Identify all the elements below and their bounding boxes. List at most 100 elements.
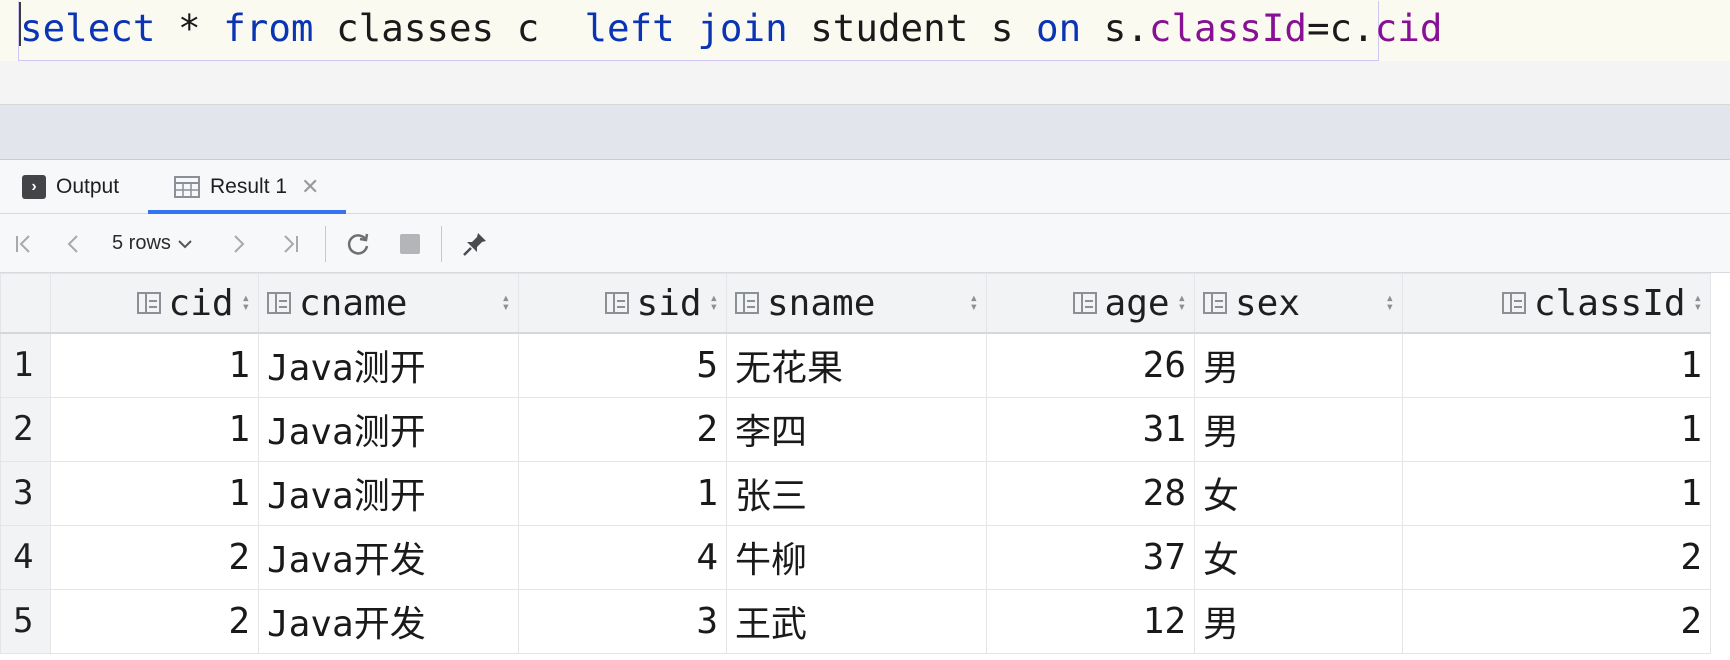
cell-age[interactable]: 31	[986, 396, 1195, 462]
sql-field: classId	[1148, 6, 1307, 50]
cell-sex[interactable]: 女	[1194, 524, 1403, 590]
cell-sex[interactable]: 男	[1194, 396, 1403, 462]
rows-per-page-dropdown[interactable]: 5 rows	[112, 214, 193, 273]
column-icon	[1501, 292, 1526, 314]
cell-cid[interactable]: 1	[50, 396, 259, 462]
cell-cname[interactable]: Java开发	[258, 588, 519, 654]
cell-sid[interactable]: 3	[518, 588, 727, 654]
cell-classId[interactable]: 2	[1402, 588, 1711, 654]
row-number-header	[0, 273, 51, 334]
cell-sid[interactable]: 5	[518, 332, 727, 398]
sort-icon[interactable]: ▴ ▾	[502, 291, 510, 314]
cell-cname[interactable]: Java测开	[258, 332, 519, 398]
sql-field: cid	[1374, 6, 1443, 50]
sql-keyword: join	[697, 6, 788, 50]
sort-icon[interactable]: ▴ ▾	[970, 291, 978, 314]
column-header-cname[interactable]: cname ▴ ▾	[258, 273, 519, 334]
sql-text: student s	[787, 6, 1037, 50]
cell-sname[interactable]: 无花果	[726, 332, 987, 398]
cell-age[interactable]: 26	[986, 332, 1195, 398]
cell-classId[interactable]: 1	[1402, 460, 1711, 526]
cell-sid[interactable]: 1	[518, 460, 727, 526]
result-toolbar: 5 rows	[0, 214, 1730, 273]
refresh-icon[interactable]	[341, 214, 375, 273]
column-header-sid[interactable]: sid ▴ ▾	[518, 273, 727, 334]
column-header-label: classId	[1533, 282, 1686, 324]
first-page-icon[interactable]	[8, 214, 40, 273]
pin-icon[interactable]	[458, 214, 492, 273]
cell-classId[interactable]: 1	[1402, 332, 1711, 398]
cell-age[interactable]: 28	[986, 460, 1195, 526]
row-number[interactable]: 1	[0, 332, 51, 398]
last-page-icon[interactable]	[274, 214, 306, 273]
cell-sex[interactable]: 男	[1194, 588, 1403, 654]
cell-cid[interactable]: 2	[50, 588, 259, 654]
column-icon	[735, 292, 759, 314]
tab-result-label: Result 1	[210, 175, 288, 198]
sql-keyword: from	[223, 6, 314, 50]
cell-age[interactable]: 37	[986, 524, 1195, 590]
table-row[interactable]: 4 2 Java开发 4 牛柳 37 女 2	[0, 524, 1711, 590]
tab-output[interactable]: › Output	[22, 160, 119, 214]
cell-sname[interactable]: 张三	[726, 460, 987, 526]
previous-page-icon[interactable]	[58, 214, 90, 273]
cell-sex[interactable]: 女	[1194, 460, 1403, 526]
row-number[interactable]: 5	[0, 588, 51, 654]
table-row[interactable]: 3 1 Java测开 1 张三 28 女 1	[0, 460, 1711, 526]
cell-sname[interactable]: 王武	[726, 588, 987, 654]
terminal-icon: ›	[22, 175, 46, 199]
cell-sid[interactable]: 4	[518, 524, 727, 590]
panel-splitter[interactable]	[0, 105, 1730, 160]
cell-cid[interactable]: 1	[50, 332, 259, 398]
cell-classId[interactable]: 1	[1402, 396, 1711, 462]
rows-count-label: 5 rows	[112, 232, 171, 254]
sql-query-text[interactable]: select * from classes c left join studen…	[20, 3, 1442, 53]
cell-sname[interactable]: 李四	[726, 396, 987, 462]
column-header-age[interactable]: age ▴ ▾	[986, 273, 1195, 334]
cell-classId[interactable]: 2	[1402, 524, 1711, 590]
sort-icon[interactable]: ▴ ▾	[1386, 291, 1394, 314]
column-icon	[136, 292, 161, 314]
toolbar-divider	[441, 226, 442, 262]
sort-icon[interactable]: ▴ ▾	[1694, 291, 1702, 314]
cell-cid[interactable]: 1	[50, 460, 259, 526]
row-number[interactable]: 4	[0, 524, 51, 590]
row-number[interactable]: 3	[0, 460, 51, 526]
column-icon	[1072, 292, 1097, 314]
close-icon[interactable]: ✕	[301, 174, 319, 200]
column-header-sname[interactable]: sname ▴ ▾	[726, 273, 987, 334]
column-header-sex[interactable]: sex ▴ ▾	[1194, 273, 1403, 334]
sql-keyword: select	[20, 6, 156, 50]
cell-sex[interactable]: 男	[1194, 332, 1403, 398]
next-page-icon[interactable]	[222, 214, 254, 273]
cell-sid[interactable]: 2	[518, 396, 727, 462]
table-row[interactable]: 1 1 Java测开 5 无花果 26 男 1	[0, 332, 1711, 398]
sort-icon[interactable]: ▴ ▾	[1178, 291, 1186, 314]
table-row[interactable]: 5 2 Java开发 3 王武 12 男 2	[0, 588, 1711, 654]
cell-cname[interactable]: Java开发	[258, 524, 519, 590]
cell-cname[interactable]: Java测开	[258, 396, 519, 462]
editor-footer-band	[0, 61, 1730, 105]
sql-editor[interactable]: select * from classes c left join studen…	[0, 0, 1730, 61]
cell-sname[interactable]: 牛柳	[726, 524, 987, 590]
column-header-label: cname	[299, 282, 408, 324]
result-table: cid ▴ ▾ cname ▴ ▾ sid ▴ ▾ sname ▴ ▾ age ▴ ▾ sex ▴ ▾ classI…	[0, 273, 1711, 654]
column-header-classId[interactable]: classId ▴ ▾	[1402, 273, 1711, 334]
table-row[interactable]: 2 1 Java测开 2 李四 31 男 1	[0, 396, 1711, 462]
cell-cid[interactable]: 2	[50, 524, 259, 590]
sort-icon[interactable]: ▴ ▾	[710, 291, 718, 314]
column-header-label: sname	[767, 282, 876, 324]
sql-keyword: on	[1036, 6, 1082, 50]
column-header-label: sid	[636, 282, 702, 324]
stop-icon[interactable]	[394, 214, 426, 273]
cell-age[interactable]: 12	[986, 588, 1195, 654]
sort-icon[interactable]: ▴ ▾	[242, 291, 250, 314]
tab-output-label: Output	[56, 175, 120, 198]
tab-result-1[interactable]: Result 1 ✕	[148, 160, 346, 214]
row-number[interactable]: 2	[0, 396, 51, 462]
cell-cname[interactable]: Java测开	[258, 460, 519, 526]
column-icon	[1203, 292, 1227, 314]
column-header-cid[interactable]: cid ▴ ▾	[50, 273, 259, 334]
